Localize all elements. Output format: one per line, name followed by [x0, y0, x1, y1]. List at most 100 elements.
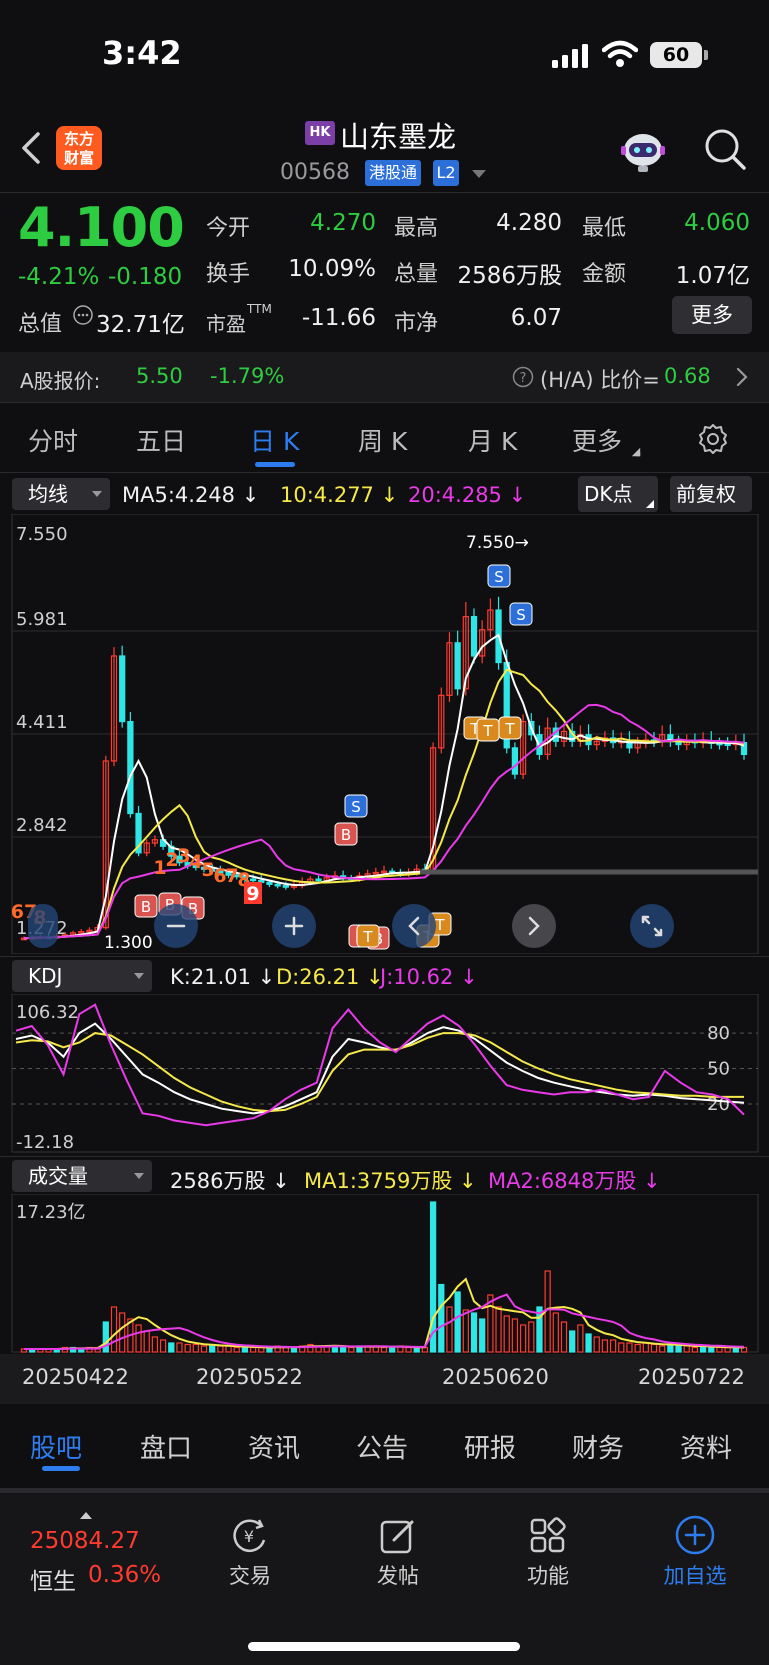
candle-body [511, 747, 519, 775]
dock-functions[interactable]: 功能 [498, 1560, 598, 1590]
volume-bar [528, 1321, 535, 1353]
brand-logo-line2: 财富 [63, 149, 94, 167]
kdj-indicator-select[interactable]: KDJ [12, 960, 152, 992]
candle-body [274, 883, 281, 887]
volume-bar [716, 1346, 723, 1353]
help-icon[interactable]: ? [512, 366, 534, 388]
battery-nub [704, 50, 708, 60]
hsi-name[interactable]: 恒生 [30, 1562, 76, 1596]
more-button[interactable]: 更多 [672, 296, 752, 334]
dk-point-button[interactable]: DK点 [578, 476, 658, 512]
active-bottom-tab-indicator [42, 1466, 80, 1471]
ma10-value: 10:4.277 ↓ [280, 483, 399, 507]
back-arrow-icon[interactable] [14, 128, 50, 168]
volume-bar [462, 1309, 469, 1353]
robot-assistant-icon[interactable] [618, 128, 668, 174]
volume-bar [691, 1346, 699, 1353]
market-cap-value: 32.71亿 [96, 312, 185, 338]
tab-orderbook[interactable]: 盘口 [140, 1428, 192, 1465]
y-axis-label: 7.550 [16, 524, 68, 545]
svg-text:?: ? [520, 371, 527, 386]
tag-signal-badge-letter: T [504, 720, 515, 738]
kdj-chart[interactable]: 106.32-12.18805020 [0, 994, 769, 1154]
brand-logo[interactable]: 东方 财富 [56, 126, 102, 170]
stock-name[interactable]: 山东墨龙 [340, 114, 456, 156]
volume-indicator-select[interactable]: 成交量 [12, 1160, 152, 1192]
volume-value: 2586万股 ↓ [170, 1169, 290, 1193]
add-watchlist-icon[interactable] [674, 1514, 716, 1556]
volume-bar [552, 1312, 559, 1353]
search-icon[interactable] [702, 126, 748, 172]
right-button[interactable] [512, 904, 556, 948]
plus-button[interactable] [272, 904, 316, 948]
divider [0, 472, 769, 473]
volume-indicator-label: 成交量 [28, 1164, 88, 1188]
pe-value: -11.66 [301, 305, 376, 331]
info-dots-icon[interactable] [72, 304, 94, 326]
hsi-value[interactable]: 25084.27 [30, 1528, 140, 1554]
turnover-label: 换手 [206, 262, 251, 287]
tab-intraday[interactable]: 分时 [28, 422, 78, 458]
volume-bar [192, 1343, 199, 1353]
volume-bar [454, 1291, 461, 1353]
tab-forum[interactable]: 股吧 [30, 1428, 82, 1465]
a-share-change: -1.79% [210, 364, 285, 388]
candle-body [470, 615, 478, 657]
hsi-change[interactable]: 0.36% [88, 1562, 161, 1588]
dock-add-watchlist[interactable]: 加自选 [645, 1560, 745, 1590]
dropdown-caret-icon [92, 491, 102, 497]
dropdown-caret-icon [134, 973, 144, 979]
tab-profile[interactable]: 资料 [680, 1428, 732, 1465]
volume-bar [168, 1342, 175, 1353]
volume-bar [135, 1324, 142, 1353]
volume-chart[interactable]: 17.23亿 [0, 1194, 769, 1354]
ma-indicator-select[interactable]: 均线 [12, 478, 110, 510]
candle-body [127, 720, 134, 815]
volume-bar [642, 1342, 649, 1353]
dock-trade[interactable]: 交易 [200, 1560, 300, 1590]
max-price-marker: 7.550→ [466, 533, 529, 553]
tag-signal-badge-letter: T [434, 916, 445, 934]
expand-up-icon[interactable] [80, 1512, 92, 1519]
y-axis-label: 4.411 [16, 712, 68, 733]
volume-bar [429, 1201, 437, 1353]
candle-body [315, 878, 322, 882]
open-label: 今开 [206, 216, 251, 241]
gear-icon[interactable] [696, 422, 730, 456]
tab-five-day[interactable]: 五日 [136, 422, 186, 458]
volume-bar [503, 1315, 510, 1353]
fullscreen-button[interactable] [630, 904, 674, 948]
tab-news[interactable]: 资讯 [248, 1428, 300, 1465]
tab-weekly-k[interactable]: 周 K [358, 422, 407, 458]
divider [0, 402, 769, 403]
tab-daily-k[interactable]: 日 K [250, 422, 299, 458]
chevron-right-icon[interactable] [734, 366, 750, 388]
min-price-marker: 1.300 [104, 933, 153, 953]
volume-bar [667, 1343, 674, 1353]
tab-financials[interactable]: 财务 [572, 1428, 624, 1465]
trade-yen-icon[interactable]: ¥ [229, 1516, 271, 1556]
candlestick-chart[interactable]: 7.5505.9814.4112.8421.2727.550→1.300BBBB… [0, 514, 769, 954]
compose-post-icon[interactable] [378, 1516, 418, 1556]
chevron-down-icon[interactable] [472, 170, 486, 178]
tab-announcements[interactable]: 公告 [356, 1428, 408, 1465]
brand-logo-line1: 东方 [63, 130, 94, 148]
dock-post[interactable]: 发帖 [348, 1560, 448, 1590]
adjust-button[interactable]: 前复权 [670, 476, 752, 512]
status-time: 3:42 [102, 34, 182, 72]
volume-y-top: 17.23亿 [16, 1202, 86, 1223]
candle-body [266, 881, 273, 885]
tab-more[interactable]: 更多 [572, 422, 622, 458]
amount-label: 金额 [582, 262, 627, 287]
high-value: 4.280 [496, 210, 562, 236]
volume-bar [405, 1346, 412, 1353]
functions-grid-icon[interactable] [528, 1516, 568, 1556]
ma20-value: 20:4.285 ↓ [408, 483, 527, 507]
volume-bar [470, 1312, 478, 1353]
volume-bar [577, 1324, 584, 1353]
minus-button[interactable] [154, 904, 198, 948]
tab-monthly-k[interactable]: 月 K [468, 422, 517, 458]
volume-bar [618, 1342, 625, 1353]
tab-research[interactable]: 研报 [464, 1428, 516, 1465]
left-button[interactable] [392, 904, 436, 948]
